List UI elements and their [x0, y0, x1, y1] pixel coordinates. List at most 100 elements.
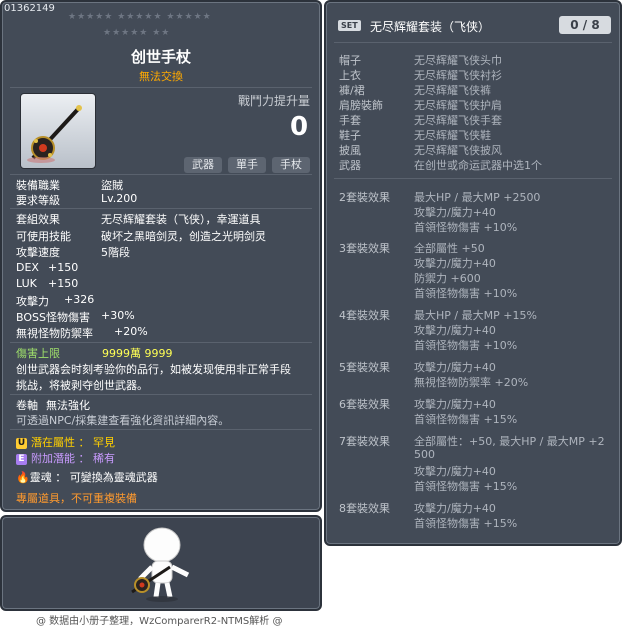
set-effect-8-line: 首領怪物傷害 +15%: [414, 517, 518, 530]
set-effect-3-line: 全部屬性 +50: [414, 242, 485, 255]
description-line-2: 挑战，将被剥夺创世武器。: [16, 379, 148, 392]
set-effect-2-label: 2套裝效果: [339, 191, 390, 204]
stat-boss-label: BOSS怪物傷害: [16, 311, 90, 324]
job-label: 裝備職業: [16, 179, 60, 192]
potential-row: U 潛在屬性 ： 罕見: [16, 436, 115, 449]
set-effect-3-line: 攻擊力/魔力+40: [414, 257, 496, 270]
piece-value: 无尽辉耀飞侠披风: [414, 144, 502, 157]
attack-speed-value: 5階段: [101, 246, 130, 259]
stat-dex-value: +150: [48, 261, 79, 274]
set-effect-8-line: 攻擊力/魔力+40: [414, 502, 496, 515]
req-level-value: Lv.200: [101, 192, 138, 205]
set-effect-7-line: 全部屬性：+50, 最大HP / 最大MP +2: [414, 435, 605, 448]
stat-atk-label: 攻擊力: [16, 295, 49, 308]
piece-label: 帽子: [339, 54, 361, 67]
soul-flame-icon: 🔥: [16, 471, 30, 484]
piece-value: 在创世或命运武器中选1个: [414, 159, 542, 172]
damage-cap-value: 9999萬 9999: [102, 347, 173, 360]
add-potential-row: E 附加潛能 ： 稀有: [16, 450, 115, 466]
item-tooltip-panel: 01362149 ★★★★★ ★★★★★ ★★★★★ ★★★★★ ★★ 创世手杖…: [0, 0, 322, 512]
set-effect-4-line: 首領怪物傷害 +10%: [414, 339, 518, 352]
piece-value: 无尽辉耀飞侠衬衫: [414, 69, 502, 82]
soul-value: 可變換為靈魂武器: [69, 471, 158, 484]
skill-label: 可使用技能: [16, 230, 71, 243]
set-effect-7-line: 500: [414, 448, 435, 461]
set-effect-5-line: 無視怪物防禦率 +20%: [414, 376, 529, 389]
exclusive-note: 專屬道具，不可重複裝備: [16, 492, 137, 505]
job-value: 盜賊: [101, 179, 123, 192]
set-effect-6-line: 首領怪物傷害 +15%: [414, 413, 518, 426]
tag-one-handed: 單手: [228, 157, 266, 173]
set-effect-2-line: 攻擊力/魔力+40: [414, 206, 496, 219]
piece-label: 手套: [339, 114, 361, 127]
stat-atk-value: +326: [64, 293, 95, 306]
set-info-panel: SET 无尽辉耀套装（飞侠） 0 / 8 帽子 无尽辉耀飞侠头巾 上衣 无尽辉耀…: [324, 0, 622, 546]
set-effect-7-label: 7套裝效果: [339, 435, 390, 448]
divider: [10, 342, 312, 343]
set-effect-4-label: 4套裝效果: [339, 309, 390, 322]
attack-speed-label: 攻擊速度: [16, 246, 60, 259]
stat-boss-value: +30%: [101, 309, 135, 322]
potential-label: 潛在屬性: [31, 436, 75, 449]
trade-status: 無法交換: [139, 70, 183, 83]
potential-u-icon: U: [16, 437, 27, 449]
add-potential-e-icon: E: [16, 453, 27, 465]
piece-value: 无尽辉耀飞侠鞋: [414, 129, 491, 142]
potential-value: 罕見: [93, 436, 115, 449]
piece-value: 无尽辉耀飞侠手套: [414, 114, 502, 127]
set-count: 0 / 8: [559, 16, 611, 34]
stat-dex-label: DEX: [16, 261, 39, 274]
add-potential-value: 稀有: [93, 452, 115, 465]
star-force-row-1: ★★★★★ ★★★★★ ★★★★★: [68, 12, 212, 22]
damage-cap-label: 傷害上限: [16, 347, 60, 360]
set-effect-label: 套組效果: [16, 213, 60, 226]
piece-label: 鞋子: [339, 129, 361, 142]
power-gain-label: 戰鬥力提升量: [238, 94, 311, 108]
tag-weapon: 武器: [184, 157, 222, 173]
divider: [10, 208, 312, 209]
set-name: 无尽辉耀套装（飞侠）: [370, 20, 491, 34]
set-effect-7-line: 首領怪物傷害 +15%: [414, 480, 518, 493]
character-avatar: [131, 527, 190, 602]
set-effect-7-line: 攻擊力/魔力+40: [414, 465, 496, 478]
item-title: 创世手杖: [130, 48, 191, 66]
set-effect-8-label: 8套裝效果: [339, 502, 390, 515]
item-icon-box: [20, 93, 96, 169]
description-line-1: 创世武器会时刻考验你的品行，如被发现使用非正常手段: [16, 363, 291, 376]
set-effect-3-line: 防禦力 +600: [414, 272, 481, 285]
divider: [334, 178, 612, 179]
npc-note: 可透過NPC/採集建查看強化資訊詳細內容。: [16, 414, 230, 427]
set-effect-4-line: 最大HP / 最大MP +15%: [414, 309, 537, 322]
piece-label: 披風: [339, 144, 361, 157]
soul-label: 靈魂: [29, 471, 52, 484]
piece-label: 武器: [339, 159, 361, 172]
piece-value: 无尽辉耀飞侠裤: [414, 84, 491, 97]
divider: [334, 42, 612, 43]
set-effect-4-line: 攻擊力/魔力+40: [414, 324, 496, 337]
set-effect-3-line: 首領怪物傷害 +10%: [414, 287, 518, 300]
set-effect-2-line: 最大HP / 最大MP +2500: [414, 191, 541, 204]
footer-credit: @ 数据由小册子整理，WzComparerR2-NTMS解析 @: [36, 616, 283, 627]
set-effect-5-line: 攻擊力/魔力+40: [414, 361, 496, 374]
stat-ied-value: +20%: [114, 325, 148, 338]
set-effect-3-label: 3套裝效果: [339, 242, 390, 255]
scroll-value: 無法強化: [46, 399, 90, 412]
soul-row: 🔥靈魂 ： 可變換為靈魂武器: [16, 471, 158, 484]
scroll-label: 卷軸: [16, 399, 38, 412]
stat-luk-value: +150: [48, 277, 79, 290]
piece-label: 褲/裙: [339, 84, 365, 97]
item-id: 01362149: [4, 3, 55, 14]
tag-cane: 手杖: [272, 157, 310, 173]
piece-value: 无尽辉耀飞侠头巾: [414, 54, 502, 67]
skill-value: 破坏之黑暗剑灵，创造之光明剑灵: [101, 230, 266, 243]
star-force-row-2: ★★★★★ ★★: [103, 28, 171, 38]
character-preview-panel: [0, 515, 322, 611]
set-effect-6-label: 6套裝效果: [339, 398, 390, 411]
piece-label: 肩膀裝飾: [339, 99, 383, 112]
stat-luk-label: LUK: [16, 277, 37, 290]
piece-value: 无尽辉耀飞侠护肩: [414, 99, 502, 112]
req-level-label: 要求等級: [16, 194, 60, 207]
set-effect-5-label: 5套裝效果: [339, 361, 390, 374]
set-effect-6-line: 攻擊力/魔力+40: [414, 398, 496, 411]
staff-icon: [27, 105, 82, 163]
